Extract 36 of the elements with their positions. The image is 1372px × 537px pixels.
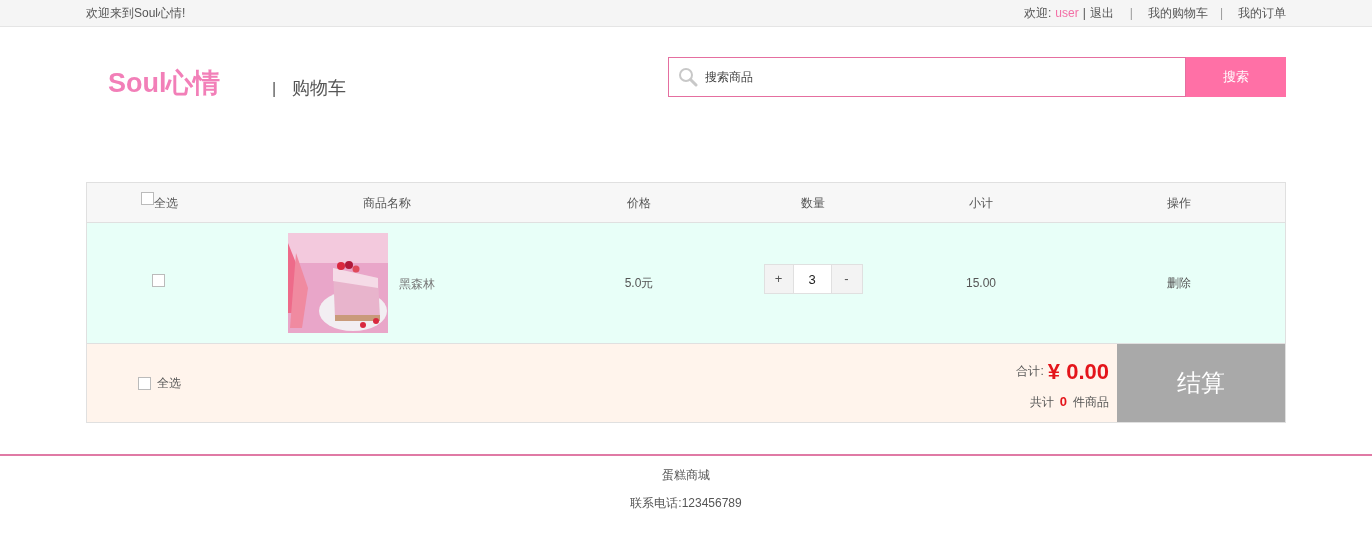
quantity-field[interactable]: 3: [793, 264, 831, 294]
column-header: 小计: [969, 194, 993, 212]
subtotal-text: 15.00: [966, 275, 996, 292]
search-field[interactable]: 搜索商品: [668, 56, 1186, 97]
price-text: 5.0元: [624, 275, 654, 292]
total-label: 合计:: [1016, 363, 1044, 381]
separator: |: [1219, 5, 1223, 22]
count-unit: 件商品: [1073, 393, 1109, 411]
welcome-text: 欢迎来到Soul心情!: [86, 5, 186, 22]
footer-name: 蛋糕商城: [662, 467, 710, 484]
separator: |: [1129, 5, 1133, 22]
page-title: 购物车: [292, 77, 347, 100]
count-label: 共计: [1029, 393, 1054, 411]
column-header: 数量: [801, 194, 825, 212]
product-name[interactable]: 黑森林: [399, 275, 435, 293]
checkbox[interactable]: [141, 192, 154, 205]
column-header: 商品名称: [363, 194, 411, 212]
select-all-label: 全选: [157, 375, 181, 392]
select-all-label: 全选: [154, 194, 178, 212]
decrease-button[interactable]: -: [830, 264, 863, 294]
footer-contact: 联系电话:123456789: [630, 495, 742, 512]
checkbox[interactable]: [138, 376, 151, 390]
search-icon: [678, 66, 698, 87]
separator: |: [1082, 5, 1086, 22]
greeting-text: 欢迎:: [1023, 5, 1052, 22]
item-count: 0: [1059, 392, 1067, 411]
nav-link[interactable]: 我的购物车: [1147, 4, 1208, 22]
delete-link[interactable]: 删除: [1166, 274, 1191, 292]
column-header: 价格: [627, 194, 651, 212]
header-divider: |: [272, 78, 277, 99]
nav-link[interactable]: 我的订单: [1238, 4, 1286, 22]
logout-link[interactable]: 退出: [1089, 4, 1114, 22]
checkbox[interactable]: [151, 274, 165, 287]
increase-button[interactable]: +: [763, 264, 794, 294]
total-amount: ¥ 0.00: [1047, 357, 1109, 386]
column-header: 操作: [1166, 194, 1191, 212]
